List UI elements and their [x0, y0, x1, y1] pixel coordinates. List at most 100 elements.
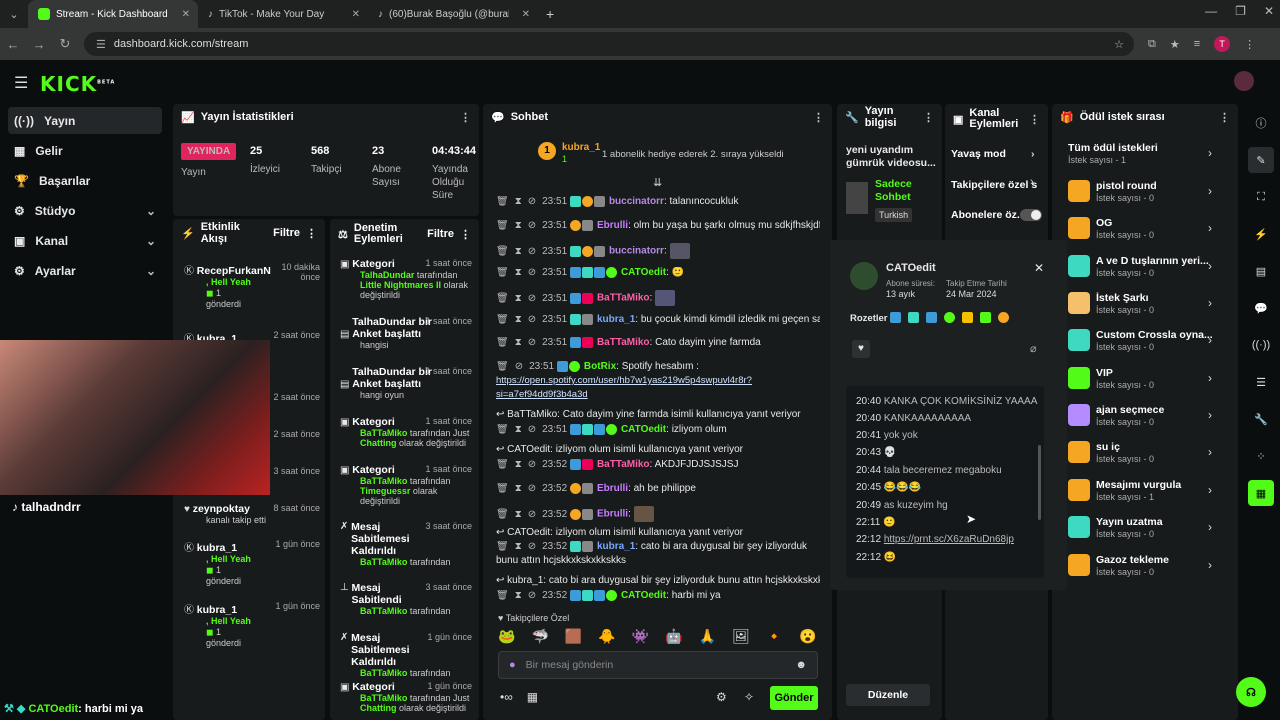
chat-user[interactable]: kubra_1	[597, 541, 635, 552]
pinned-user[interactable]: kubra_1	[562, 142, 600, 153]
reward-row[interactable]: İstek Şarkı İstek sayısı - 0 ›	[1068, 292, 1218, 318]
fullscreen-icon[interactable]: ⛶	[1248, 184, 1274, 210]
mod-user[interactable]: BaTTaMiko	[360, 476, 407, 486]
delete-icon[interactable]: 🗑	[496, 267, 509, 278]
delete-icon[interactable]: 🗑	[496, 483, 509, 494]
popup-username[interactable]: CATOedit	[886, 262, 936, 274]
more-icon[interactable]: ⋮	[306, 227, 317, 240]
chat-user[interactable]: BaTTaMiko	[597, 459, 650, 470]
reward-row[interactable]: Gazoz tekleme İstek sayısı - 0 ›	[1068, 554, 1218, 580]
timeout-icon[interactable]: ⧗	[515, 196, 522, 207]
filter-button[interactable]: Filtre	[273, 227, 300, 239]
more-icon[interactable]: ⋮	[1029, 113, 1040, 126]
minimize-icon[interactable]: —	[1205, 4, 1217, 18]
timeout-icon[interactable]: ⧗	[515, 314, 522, 325]
ban-icon[interactable]: ⊘	[528, 590, 536, 601]
subs-only-row[interactable]: Abonelere öz...	[951, 209, 1026, 221]
emote-icon[interactable]: 🤖	[665, 628, 682, 645]
mod-user[interactable]: TalhaDundar	[360, 270, 414, 280]
more-icon[interactable]: ⋮	[1219, 111, 1230, 124]
emote-icon[interactable]: 🐥	[598, 628, 615, 645]
stream-category[interactable]: Sadece Sohbet	[875, 178, 935, 204]
history-scrollbar[interactable]	[1038, 445, 1041, 520]
user-avatar[interactable]	[1234, 71, 1254, 91]
ban-icon[interactable]: ⊘	[528, 246, 536, 257]
chat-user[interactable]: kubra_1	[597, 314, 635, 325]
mod-user[interactable]: BaTTaMiko	[360, 557, 407, 567]
ban-icon[interactable]: ⊘	[528, 337, 536, 348]
chat-user[interactable]: CATOedit	[621, 424, 666, 435]
quick-emote-icon[interactable]: •∞	[500, 690, 513, 704]
ban-icon[interactable]: ⊘	[528, 220, 536, 231]
browser-menu-icon[interactable]: ⋮	[1244, 38, 1255, 51]
mod-user[interactable]: BaTTaMiko	[360, 668, 407, 678]
document-icon[interactable]: ▤	[1248, 258, 1274, 284]
bookmark-star-icon[interactable]: ☆	[1114, 38, 1124, 51]
more-icon[interactable]: ⋮	[460, 228, 471, 241]
pin-icon[interactable]: ⌀	[1030, 342, 1037, 355]
grid-icon[interactable]: ▦	[1248, 480, 1274, 506]
new-tab-button[interactable]: +	[546, 6, 554, 22]
timeout-icon[interactable]: ⧗	[515, 337, 522, 348]
reward-row[interactable]: ajan seçmece İstek sayısı - 0 ›	[1068, 404, 1218, 430]
timeout-icon[interactable]: ⧗	[515, 293, 522, 304]
reward-row[interactable]: A ve D tuşlarının yeri... İstek sayısı - …	[1068, 255, 1218, 281]
ban-icon[interactable]: ⊘	[528, 293, 536, 304]
chat-user[interactable]: BotRix	[584, 361, 616, 372]
all-requests-row[interactable]: Tüm ödül istekleri İstek sayısı - 1 ›	[1068, 142, 1218, 168]
timeout-icon[interactable]: ⧗	[515, 541, 522, 552]
url-field[interactable]: ☰ dashboard.kick.com/stream ☆	[84, 32, 1134, 56]
tab-kick[interactable]: Stream - Kick Dashboard ✕	[28, 0, 198, 28]
subs-only-toggle[interactable]	[1020, 209, 1042, 221]
bolt-icon[interactable]: ⚡	[1248, 221, 1274, 247]
edit-stream-info-button[interactable]: Düzenle	[846, 684, 930, 706]
ban-icon[interactable]: ⊘	[515, 361, 523, 372]
emote-icon[interactable]: 👾	[632, 628, 649, 645]
send-button[interactable]: Gönder	[770, 686, 818, 710]
site-info-icon[interactable]: ☰	[96, 38, 106, 51]
delete-icon[interactable]: 🗑	[496, 459, 509, 470]
media-icon[interactable]: ≡	[1194, 38, 1200, 50]
timeout-icon[interactable]: ⧗	[515, 483, 522, 494]
chat-bubble-icon[interactable]: 💬	[1248, 295, 1274, 321]
reward-row[interactable]: pistol round İstek sayısı - 0 ›	[1068, 180, 1218, 206]
reward-row[interactable]: VIP İstek sayısı - 0 ›	[1068, 367, 1218, 393]
delete-icon[interactable]: 🗑	[496, 541, 509, 552]
mod-user[interactable]: BaTTaMiko	[360, 428, 407, 438]
ban-icon[interactable]: ⊘	[528, 424, 536, 435]
info-icon[interactable]: ⓘ	[1248, 110, 1274, 136]
scroll-down-icon[interactable]: ⇊	[653, 176, 662, 189]
more-icon[interactable]: ⋮	[460, 111, 471, 124]
tab-tiktok-2[interactable]: ♪ (60)Burak Başoğlu (@burak.bas ✕	[368, 0, 538, 28]
store-icon[interactable]: ▦	[527, 690, 538, 704]
delete-icon[interactable]: 🗑	[496, 220, 509, 231]
timeout-icon[interactable]: ⧗	[515, 459, 522, 470]
forward-icon[interactable]: →	[26, 37, 52, 52]
delete-icon[interactable]: 🗑	[496, 337, 509, 348]
timeout-icon[interactable]: ⧗	[515, 220, 522, 231]
reward-row[interactable]: Mesajımı vurgula İstek sayısı - 1 ›	[1068, 479, 1218, 505]
delete-icon[interactable]: 🗑	[496, 314, 509, 325]
share-icon[interactable]: ⁘	[1248, 443, 1274, 469]
filter-button[interactable]: Filtre	[427, 228, 454, 240]
kick-logo[interactable]: KICKBETA	[40, 72, 115, 96]
list-icon[interactable]: ☰	[1248, 369, 1274, 395]
emote-icon[interactable]: 😮	[799, 628, 816, 645]
chat-link[interactable]: si=a7ef94dd9f3b4a3d	[496, 389, 820, 400]
profile-avatar[interactable]: T	[1214, 36, 1231, 52]
reward-row[interactable]: OG İstek sayısı - 0 ›	[1068, 217, 1218, 243]
ban-icon[interactable]: ⊘	[528, 267, 536, 278]
chat-user[interactable]: buccinatorr	[609, 246, 664, 257]
sidebar-item-kanal[interactable]: ▣ Kanal ⌄	[8, 227, 162, 254]
timeout-icon[interactable]: ⧗	[515, 267, 522, 278]
delete-icon[interactable]: 🗑	[496, 293, 509, 304]
ban-icon[interactable]: ⊘	[528, 541, 536, 552]
close-icon[interactable]: ✕	[352, 9, 360, 20]
extensions-icon[interactable]: ⧉	[1148, 38, 1156, 51]
close-icon[interactable]: ✕	[1034, 261, 1044, 275]
sidebar-item-basarilar[interactable]: 🏆 Başarılar	[8, 167, 162, 194]
sidebar-item-studyo[interactable]: ⚙ Stüdyo ⌄	[8, 197, 162, 224]
ban-icon[interactable]: ⊘	[528, 483, 536, 494]
pepe-emote-icon[interactable]: 🐸	[498, 628, 515, 645]
close-icon[interactable]: ✕	[182, 9, 190, 20]
